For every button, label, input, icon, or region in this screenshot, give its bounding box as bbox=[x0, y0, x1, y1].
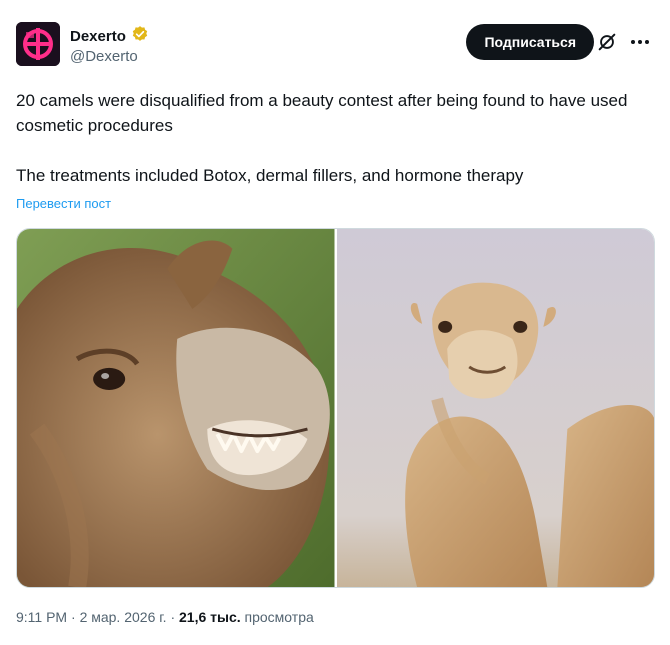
post-header: Dexerto @Dexerto Подписаться bbox=[16, 20, 654, 70]
post-meta: 9:11 PM · 2 мар. 2026 г. · 21,6 тыс. про… bbox=[16, 609, 314, 625]
author-name-text[interactable]: Dexerto bbox=[70, 28, 126, 45]
subscribe-button[interactable]: Подписаться bbox=[466, 24, 594, 60]
more-horizontal-icon[interactable] bbox=[626, 28, 654, 56]
avatar[interactable] bbox=[16, 22, 60, 66]
verified-gold-icon bbox=[131, 25, 149, 47]
post-paragraph: 20 camels were disqualified from a beaut… bbox=[16, 91, 628, 135]
meta-separator: · bbox=[170, 609, 176, 625]
post-paragraph: The treatments included Botox, dermal fi… bbox=[16, 166, 524, 185]
views-label: просмотра bbox=[244, 609, 314, 625]
media-image-1[interactable] bbox=[17, 229, 335, 587]
grok-icon[interactable] bbox=[596, 31, 618, 53]
views-count: 21,6 тыс. bbox=[179, 609, 241, 625]
author-handle[interactable]: @Dexerto bbox=[70, 48, 138, 65]
post-time[interactable]: 9:11 PM bbox=[16, 609, 67, 625]
post-date[interactable]: 2 мар. 2026 г. bbox=[80, 609, 167, 625]
media-image-2[interactable] bbox=[336, 229, 654, 587]
post-text: 20 camels were disqualified from a beaut… bbox=[16, 88, 656, 188]
translate-post-link[interactable]: Перевести пост bbox=[16, 196, 111, 211]
author-name[interactable]: Dexerto bbox=[70, 25, 149, 47]
media-grid bbox=[16, 228, 655, 588]
meta-separator: · bbox=[71, 609, 76, 625]
